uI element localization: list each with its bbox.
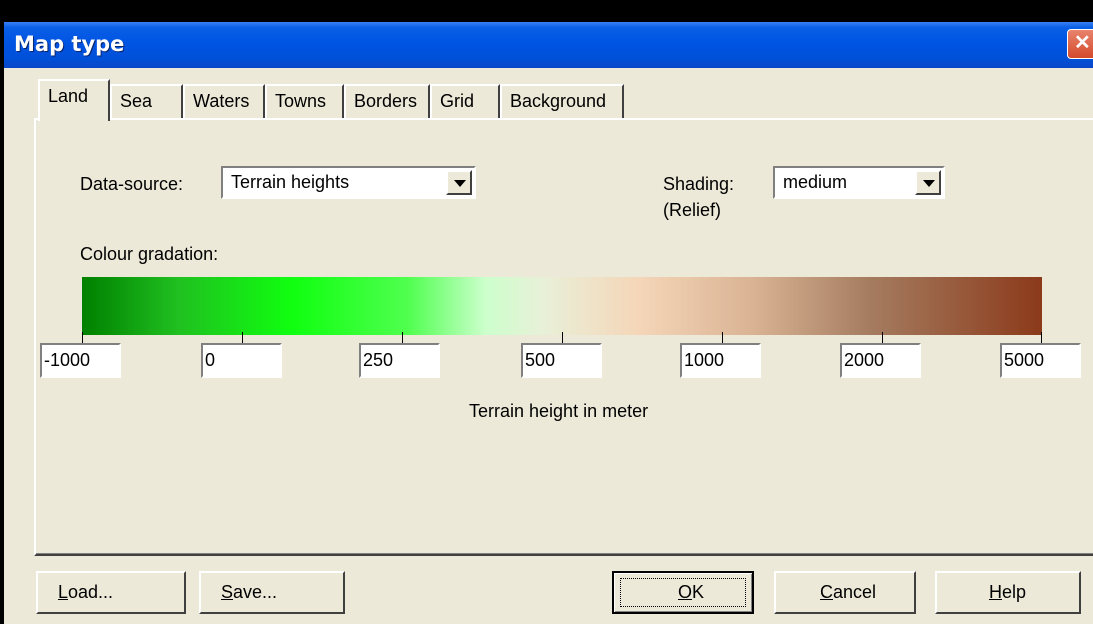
save-button[interactable]: Save... [199,571,345,614]
help-mnemonic: H [989,582,1002,602]
threshold-input[interactable]: 500 [521,343,602,378]
save-label: ave... [233,582,278,602]
close-button[interactable]: ✕ [1067,29,1093,59]
threshold-input[interactable]: 0 [201,343,282,378]
tab-label: Towns [275,91,327,111]
colour-gradation-label: Colour gradation: [80,244,219,264]
tab-grid[interactable]: Grid [430,84,500,119]
data-source-value: Terrain heights [231,172,350,192]
close-icon: ✕ [1074,32,1091,54]
tab-background[interactable]: Background [500,84,624,119]
threshold-input[interactable]: 2000 [840,343,921,378]
chevron-down-icon[interactable] [446,170,472,195]
shading-value: medium [783,172,848,192]
shading-select[interactable]: medium [773,166,945,199]
data-source-select[interactable]: Terrain heights [221,166,476,199]
load-mnemonic: L [58,582,69,602]
ok-button[interactable]: OK [612,571,754,614]
cancel-mnemonic: C [820,582,833,602]
data-source-label: Data-source: [80,174,184,194]
shading-label: Shading: [663,174,735,194]
threshold-input[interactable]: 250 [359,343,440,378]
colour-gradation-bar [82,277,1042,335]
tab-label: Sea [120,91,153,111]
load-label: oad... [68,582,114,602]
cancel-button[interactable]: Cancel [774,571,916,614]
title-bar[interactable]: Map type ✕ [4,22,1093,68]
help-label: elp [1002,582,1027,602]
focus-rectangle [620,578,746,607]
threshold-input[interactable]: 1000 [680,343,761,378]
tab-label: Waters [193,91,250,111]
tab-land[interactable]: Land [38,79,110,121]
help-button[interactable]: Help [935,571,1081,614]
save-mnemonic: S [221,582,234,602]
tab-label: Background [510,91,607,111]
window-title: Map type [14,32,125,56]
chevron-down-icon[interactable] [915,170,941,195]
load-button[interactable]: Load... [36,571,186,614]
threshold-input[interactable]: -1000 [40,343,121,378]
tab-waters[interactable]: Waters [183,84,265,119]
cancel-label: ancel [833,582,877,602]
threshold-input[interactable]: 5000 [1000,343,1081,378]
tab-sea[interactable]: Sea [110,84,183,119]
axis-caption: Terrain height in meter [469,401,649,421]
shading-sublabel: (Relief) [663,200,722,220]
tab-towns[interactable]: Towns [265,84,344,119]
tab-label: Land [48,86,89,106]
tab-label: Grid [440,91,475,111]
tab-label: Borders [354,91,418,111]
tab-borders[interactable]: Borders [344,84,430,119]
